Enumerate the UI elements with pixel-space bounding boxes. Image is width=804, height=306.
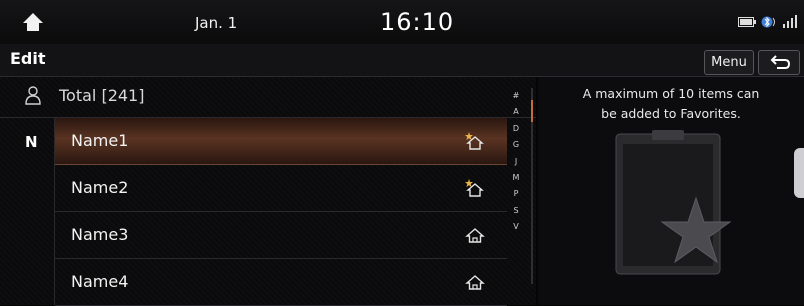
scrollbar-thumb[interactable] [531,100,533,122]
date-label: Jan. 1 [195,14,238,32]
contact-name: Name4 [71,272,129,291]
page-title: Edit [10,49,46,68]
index-letter[interactable]: M [508,170,524,186]
back-icon [770,55,791,69]
list-item[interactable]: Name4 [55,259,507,306]
home-outline-icon[interactable] [465,225,485,245]
side-panel-handle[interactable] [794,148,804,198]
index-letter[interactable]: # [508,88,524,104]
favorites-info-message: A maximum of 10 items can be added to Fa… [548,84,794,124]
home-icon[interactable] [22,11,44,33]
clock-label: 16:10 [380,8,455,36]
contact-name: Name3 [71,225,129,244]
info-line-1: A maximum of 10 items can [582,86,760,101]
signal-icon [783,15,797,28]
clipboard-star-icon [615,130,732,275]
index-letter[interactable]: V [508,219,524,235]
index-letter[interactable]: J [508,154,524,170]
group-letter: N [25,133,38,151]
status-bar: Jan. 1 16:10 [0,0,804,45]
contact-name: Name1 [71,131,129,150]
battery-icon [738,17,756,27]
index-letter[interactable]: S [508,203,524,219]
list-item[interactable]: Name2 [55,165,507,212]
person-icon [25,86,41,105]
index-letter[interactable]: P [508,186,524,202]
list-item[interactable]: Name3 [55,212,507,259]
favorite-home-star-icon[interactable] [465,178,485,198]
bluetooth-phone-icon [761,16,775,28]
total-count-label: Total [241] [59,86,145,105]
home-outline-icon[interactable] [465,272,485,292]
menu-button[interactable]: Menu [704,50,754,75]
index-letter[interactable]: A [508,104,524,120]
status-icons [738,15,798,29]
index-letter[interactable]: G [508,137,524,153]
index-letter[interactable]: D [508,121,524,137]
favorite-home-star-icon[interactable] [465,131,485,151]
info-line-2: be added to Favorites. [601,106,741,121]
back-button[interactable] [758,50,800,75]
alphabet-index[interactable]: # A D G J M P S V [508,88,524,236]
contact-name: Name2 [71,178,129,197]
title-bar: Edit [0,44,804,77]
list-item[interactable]: Name1 [55,118,507,165]
